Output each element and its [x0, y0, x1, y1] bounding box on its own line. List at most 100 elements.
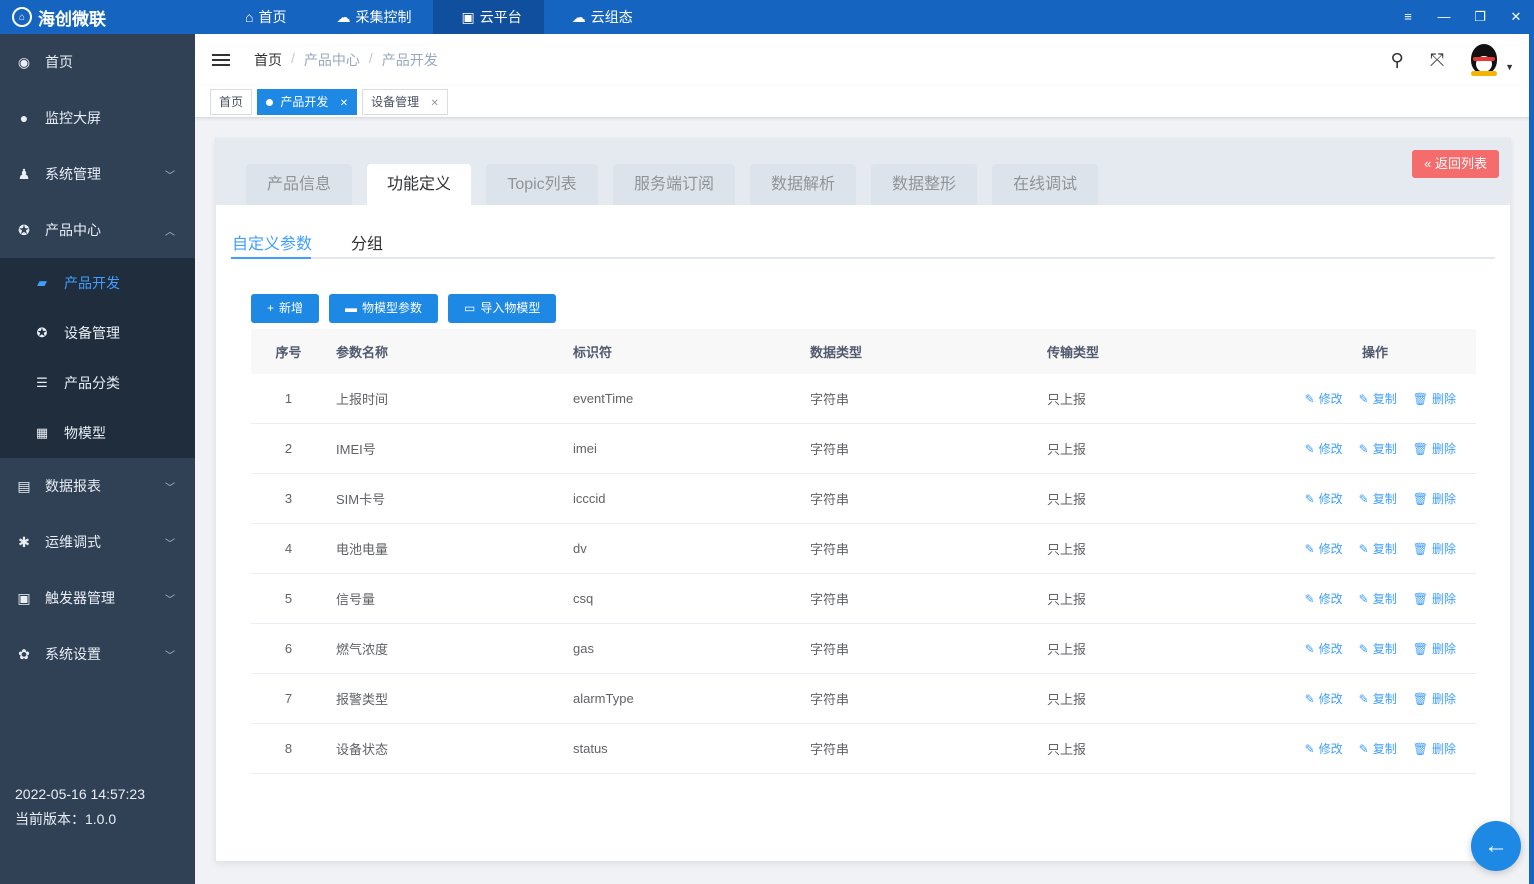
topnav-home[interactable]: ⌂ 首页: [195, 0, 308, 34]
copy-label: 复制: [1372, 492, 1397, 506]
edit-icon: ✎: [1304, 542, 1315, 556]
app-logo-icon: ⌂: [12, 7, 32, 27]
menu-icon[interactable]: ≡: [1390, 0, 1426, 34]
tab-data-shaping[interactable]: 数据整形: [871, 164, 977, 205]
edit-button[interactable]: ✎ 修改: [1305, 390, 1343, 407]
copy-icon: ✎: [1358, 542, 1369, 556]
tag-product-dev[interactable]: 产品开发 ✕: [257, 88, 358, 115]
fullscreen-icon[interactable]: ⤧: [1417, 50, 1457, 71]
copy-label: 复制: [1372, 442, 1397, 456]
trash-icon: 🗑: [1412, 742, 1428, 756]
cell-data-type: 字符串: [810, 742, 850, 757]
sidebar-item-monitor[interactable]: ● 监控大屏: [0, 90, 195, 146]
search-icon[interactable]: ⚲: [1377, 50, 1417, 71]
copy-button[interactable]: ✎ 复制: [1359, 740, 1397, 757]
delete-button[interactable]: 🗑 删除: [1413, 390, 1456, 407]
edit-button[interactable]: ✎ 修改: [1305, 690, 1343, 707]
sidebar-item-home[interactable]: ◉ 首页: [0, 34, 195, 90]
sidebar-item-ops-debug[interactable]: ✱ 运维调式 ﹀: [0, 514, 195, 570]
tab-function-definition[interactable]: 功能定义: [367, 164, 471, 205]
table-row: 3 SIM卡号 icccid 字符串 只上报 ✎ 修改 ✎ 复制 🗑 删除: [251, 474, 1476, 524]
hamburger-icon[interactable]: [212, 51, 230, 69]
edit-button[interactable]: ✎ 修改: [1305, 490, 1343, 507]
delete-button[interactable]: 🗑 删除: [1413, 540, 1456, 557]
sidebar-item-system-management[interactable]: ♟ 系统管理 ﹀: [0, 146, 195, 202]
tab-product-info[interactable]: 产品信息: [246, 164, 352, 205]
copy-button[interactable]: ✎ 复制: [1359, 440, 1397, 457]
brand[interactable]: ⌂ 海创微联: [0, 0, 195, 34]
back-to-list-button[interactable]: « 返回列表: [1412, 150, 1499, 178]
tab-data-parsing[interactable]: 数据解析: [750, 164, 856, 205]
edit-label: 修改: [1318, 742, 1343, 756]
back-fab-button[interactable]: ←: [1471, 821, 1521, 871]
topnav-cloud-config[interactable]: ☁ 云组态: [544, 0, 655, 34]
delete-button[interactable]: 🗑 删除: [1413, 490, 1456, 507]
params-table: 序号 参数名称 标识符 数据类型 传输类型 操作 1 上报时间 eventTime 字…: [251, 329, 1476, 774]
sidebar-item-product-dev[interactable]: ▰ 产品开发: [0, 258, 195, 308]
edit-button[interactable]: ✎ 修改: [1305, 640, 1343, 657]
cell-param-name: IMEI号: [336, 442, 376, 457]
add-button[interactable]: + 新增: [251, 294, 320, 323]
dashboard-icon: ◉: [17, 53, 31, 70]
edit-button[interactable]: ✎ 修改: [1305, 440, 1343, 457]
delete-button[interactable]: 🗑 删除: [1413, 640, 1456, 657]
close-icon[interactable]: ✕: [430, 98, 438, 109]
tab-server-subscription[interactable]: 服务端订阅: [613, 164, 735, 205]
edit-button[interactable]: ✎ 修改: [1305, 540, 1343, 557]
tab-online-debug[interactable]: 在线调试: [992, 164, 1098, 205]
chevron-down-icon: ﹀: [165, 650, 175, 662]
topnav-label: 采集控制: [355, 9, 412, 25]
copy-button[interactable]: ✎ 复制: [1359, 590, 1397, 607]
delete-button[interactable]: 🗑 删除: [1413, 740, 1456, 757]
edit-button[interactable]: ✎ 修改: [1305, 590, 1343, 607]
delete-button[interactable]: 🗑 删除: [1413, 690, 1456, 707]
copy-button[interactable]: ✎ 复制: [1359, 490, 1397, 507]
cell-transfer-type: 只上报: [1047, 592, 1087, 607]
copy-button[interactable]: ✎ 复制: [1359, 540, 1397, 557]
delete-button[interactable]: 🗑 删除: [1413, 440, 1456, 457]
caret-down-icon[interactable]: ▼: [1505, 62, 1514, 72]
sidebar-item-data-report[interactable]: ▤ 数据报表 ﹀: [0, 458, 195, 514]
window-right-border: [1529, 34, 1534, 884]
close-icon[interactable]: ✕: [340, 98, 348, 109]
sidebar-item-label: 系统设置: [45, 646, 101, 662]
table-row: 4 电池电量 dv 字符串 只上报 ✎ 修改 ✎ 复制 🗑 删除: [251, 524, 1476, 574]
tag-home[interactable]: 首页: [210, 88, 253, 115]
topnav-collect-control[interactable]: ☁ 采集控制: [308, 0, 433, 34]
sidebar-item-label: 首页: [45, 54, 73, 70]
copy-button[interactable]: ✎ 复制: [1359, 390, 1397, 407]
sidebar-item-product-center[interactable]: ✪ 产品中心 ︿: [0, 202, 195, 258]
subtab-custom-params[interactable]: 自定义参数: [232, 230, 312, 254]
import-model-button[interactable]: ▭ 导入物模型: [448, 294, 557, 323]
brand-name: 海创微联: [38, 9, 106, 29]
sidebar-item-trigger-management[interactable]: ▣ 触发器管理 ﹀: [0, 570, 195, 626]
cloud-config-icon: ☁: [571, 8, 586, 25]
sidebar-item-system-settings[interactable]: ✿ 系统设置 ﹀: [0, 626, 195, 682]
model-params-button[interactable]: ▬ 物模型参数: [329, 294, 439, 323]
sidebar-item-product-category[interactable]: ☰ 产品分类: [0, 358, 195, 408]
tag-device-management[interactable]: 设备管理 ✕: [362, 88, 448, 115]
edit-button[interactable]: ✎ 修改: [1305, 740, 1343, 757]
maximize-icon[interactable]: ❐: [1462, 0, 1498, 34]
delete-button[interactable]: 🗑 删除: [1413, 590, 1456, 607]
copy-button[interactable]: ✎ 复制: [1359, 640, 1397, 657]
cell-transfer-type: 只上报: [1047, 742, 1087, 757]
grid-icon: ▦: [35, 425, 49, 440]
sidebar-item-thing-model[interactable]: ▦ 物模型: [0, 408, 195, 458]
cell-index: 7: [284, 691, 293, 706]
cell-operations: ✎ 修改 ✎ 复制 🗑 删除: [1274, 540, 1476, 557]
topnav-cloud-platform[interactable]: ▣ 云平台: [433, 0, 544, 34]
globe-icon: ●: [19, 110, 29, 126]
tab-topic-list[interactable]: Topic列表: [486, 164, 598, 205]
window-controls: ≡ — ❐ ✕: [1390, 0, 1534, 34]
sidebar-item-device-management[interactable]: ✪ 设备管理: [0, 308, 195, 358]
edit-icon: ✎: [1304, 692, 1315, 706]
copy-button[interactable]: ✎ 复制: [1359, 690, 1397, 707]
subtab-group[interactable]: 分组: [351, 230, 383, 254]
breadcrumb-home[interactable]: 首页: [254, 50, 282, 70]
cell-operations: ✎ 修改 ✎ 复制 🗑 删除: [1274, 590, 1476, 607]
close-icon[interactable]: ✕: [1498, 0, 1534, 34]
avatar[interactable]: [1467, 43, 1501, 77]
cell-index: 1: [284, 391, 293, 406]
minimize-icon[interactable]: —: [1426, 0, 1462, 34]
